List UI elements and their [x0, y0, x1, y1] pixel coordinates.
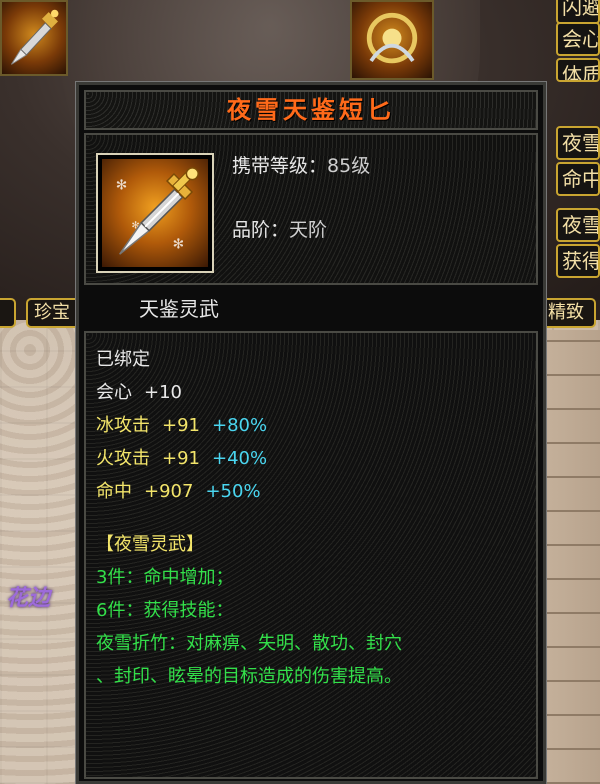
- grade-value: 天阶: [289, 219, 328, 241]
- stat-bonus: +40%: [212, 448, 268, 469]
- svg-text:✻: ✻: [116, 177, 128, 193]
- stat-row-hit: 命中 +907 +50%: [96, 475, 536, 508]
- item-stats-panel: 已绑定 会心 +10 冰攻击 +91 +80% 火攻击 +91 +40% 命中 +907 +5…: [84, 331, 538, 779]
- stat-name: 命中: [96, 481, 132, 502]
- set-title: 【夜雪灵武】: [96, 534, 204, 555]
- stat-name: 火攻击: [96, 448, 150, 469]
- bound-status: 已绑定: [96, 349, 150, 370]
- item-category: 天鉴灵武: [139, 297, 219, 321]
- stat-row-crit: 会心 +10: [96, 376, 536, 409]
- right-tab-yexue-1[interactable]: 夜雪: [556, 126, 600, 160]
- bottom-tab-treasure[interactable]: 珍宝: [26, 298, 80, 328]
- bottom-tab-refined[interactable]: 精致: [540, 298, 596, 328]
- carry-level-label: 携带等级：: [232, 155, 328, 177]
- stat-base: +91: [162, 415, 200, 436]
- set-bonus-6: 6件：获得技能：: [96, 600, 234, 621]
- svg-text:✻: ✻: [173, 236, 185, 252]
- stat-bonus: +80%: [212, 415, 268, 436]
- grade-label: 品阶：: [232, 219, 290, 241]
- stat-base: +91: [162, 448, 200, 469]
- equipped-dagger-slot-icon[interactable]: [0, 0, 68, 76]
- grade-line: 品阶：天阶: [232, 215, 327, 242]
- stat-base: +907: [144, 481, 194, 502]
- item-tooltip: 夜雪天鉴短匕 ✻ ✻ ✻ 携带等级：85级 品阶：天阶 天鉴灵武 已绑定 会心 …: [75, 81, 547, 784]
- dagger-icon: ✻ ✻ ✻: [102, 159, 208, 267]
- item-icon-frame: ✻ ✻ ✻: [96, 153, 214, 273]
- side-label: 花边: [6, 586, 51, 611]
- stat-name: 冰攻击: [96, 415, 150, 436]
- item-name: 夜雪天鉴短匕: [227, 95, 395, 124]
- stat-base: +10: [144, 382, 182, 403]
- stat-row-fire-attack: 火攻击 +91 +40%: [96, 442, 536, 475]
- scene-brick-wall: [540, 330, 600, 784]
- stat-row-ice-attack: 冰攻击 +91 +80%: [96, 409, 536, 442]
- tooltip-header: 夜雪天鉴短匕: [84, 90, 538, 130]
- equipped-ornament-slot-icon[interactable]: [350, 0, 434, 80]
- right-tab-gain[interactable]: 获得: [556, 244, 600, 278]
- right-tab-yexue-2[interactable]: 夜雪: [556, 208, 600, 242]
- set-bonus-3: 3件：命中增加；: [96, 567, 234, 588]
- right-tab-dodge[interactable]: 闪避: [556, 0, 600, 24]
- bottom-tab-left-edge[interactable]: [0, 298, 16, 328]
- right-tab-crit[interactable]: 会心: [556, 22, 600, 56]
- scene-carved-pillar: [0, 320, 80, 784]
- stat-bonus: +50%: [205, 481, 261, 502]
- carry-level-line: 携带等级：85级: [232, 151, 370, 178]
- set-skill-line-2: 、封印、眩晕的目标造成的伤害提高。: [96, 666, 402, 687]
- carry-level-value: 85级: [327, 155, 371, 177]
- right-tab-constitution[interactable]: 体质: [556, 58, 600, 82]
- item-info-panel: ✻ ✻ ✻ 携带等级：85级 品阶：天阶: [84, 133, 538, 285]
- set-skill-line-1: 夜雪折竹：对麻痹、失明、散功、封穴: [96, 633, 402, 654]
- stat-name: 会心: [96, 382, 132, 403]
- right-tab-hit[interactable]: 命中: [556, 162, 600, 196]
